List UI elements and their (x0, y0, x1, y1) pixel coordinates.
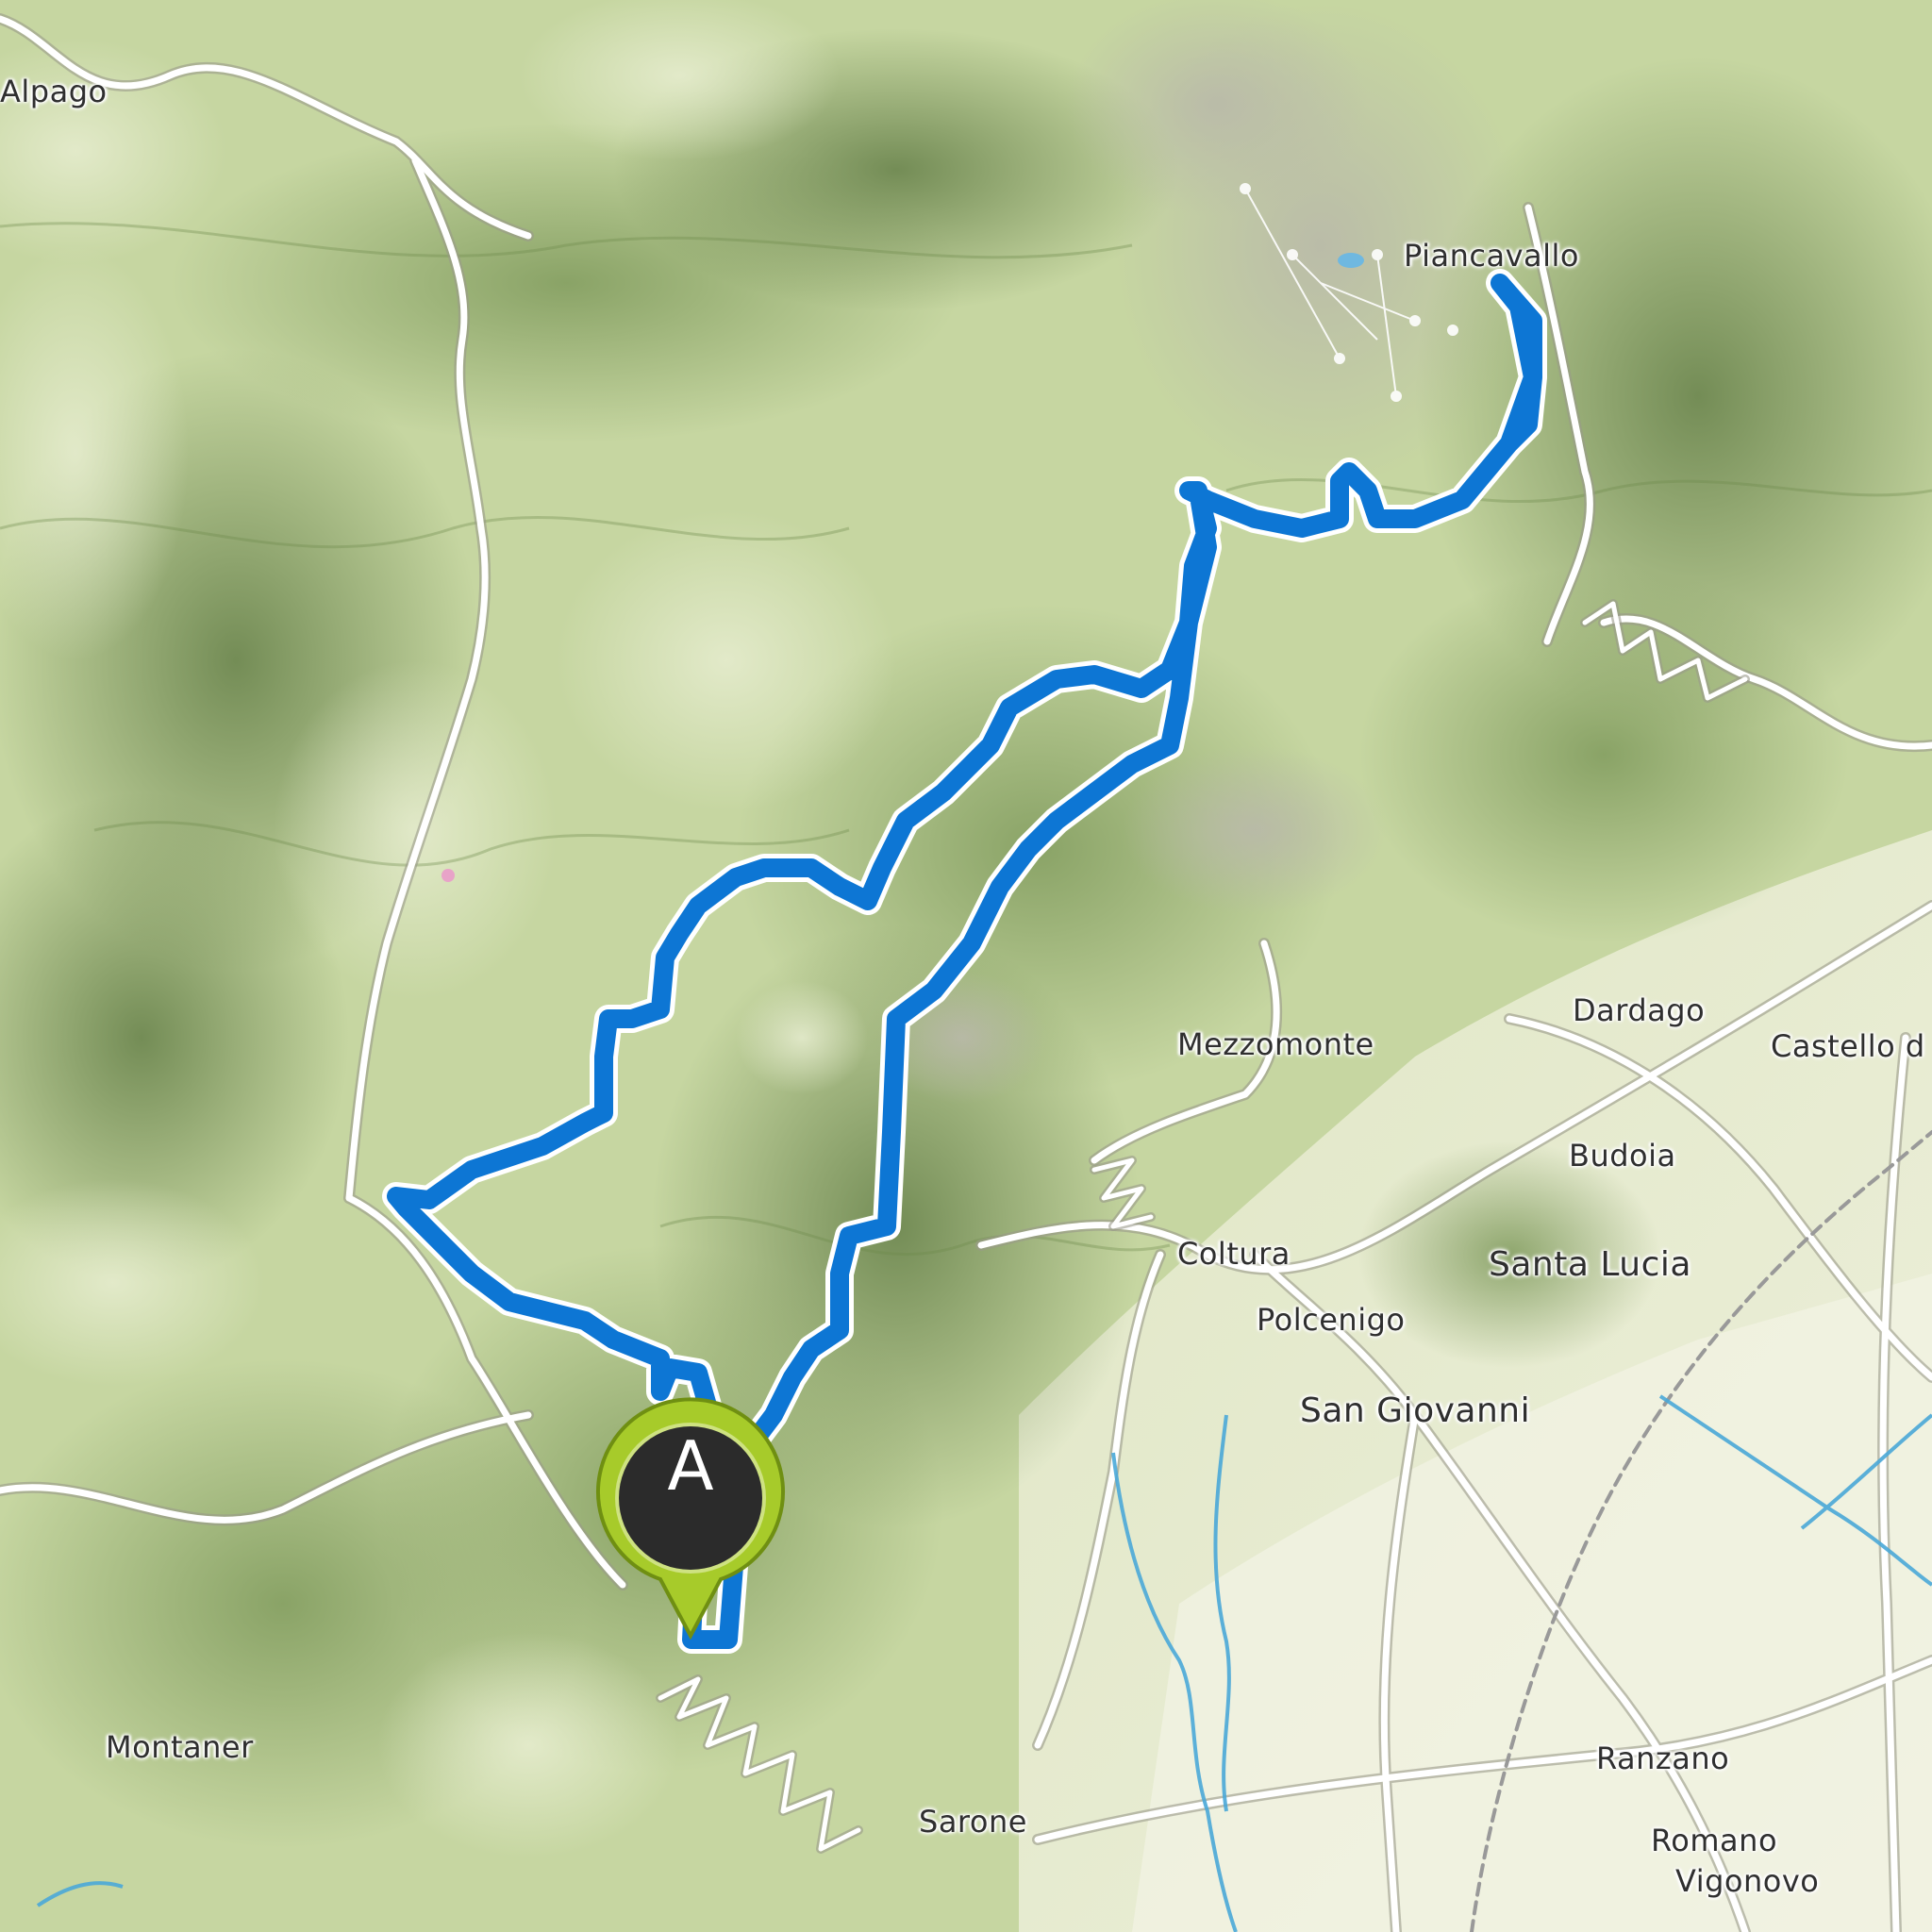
place-label-sarone: Sarone (919, 1804, 1027, 1840)
place-label-ranzano: Ranzano (1596, 1740, 1730, 1776)
place-label-san-giovanni: San Giovanni (1300, 1391, 1531, 1430)
place-label-castello: Castello d (1771, 1028, 1925, 1064)
terrain-layer (0, 0, 1932, 1932)
start-marker-a[interactable]: A (587, 1394, 794, 1649)
place-label-dardago: Dardago (1573, 992, 1706, 1028)
place-label-piancavallo: Piancavallo (1404, 238, 1579, 274)
marker-letter: A (667, 1426, 714, 1506)
place-label-montaner: Montaner (106, 1729, 254, 1765)
place-label-romano: Romano (1651, 1823, 1778, 1858)
place-label-vigonovo: Vigonovo (1675, 1863, 1820, 1899)
place-label-budoia: Budoia (1569, 1138, 1676, 1174)
place-label-polcenigo: Polcenigo (1257, 1302, 1406, 1338)
map-canvas[interactable]: Alpago Piancavallo Dardago Castello d Me… (0, 0, 1932, 1932)
place-label-santa-lucia: Santa Lucia (1489, 1245, 1691, 1284)
place-label-mezzomonte: Mezzomonte (1177, 1026, 1374, 1062)
place-label-coltura: Coltura (1177, 1236, 1291, 1272)
place-label-alpago: Alpago (0, 74, 108, 109)
